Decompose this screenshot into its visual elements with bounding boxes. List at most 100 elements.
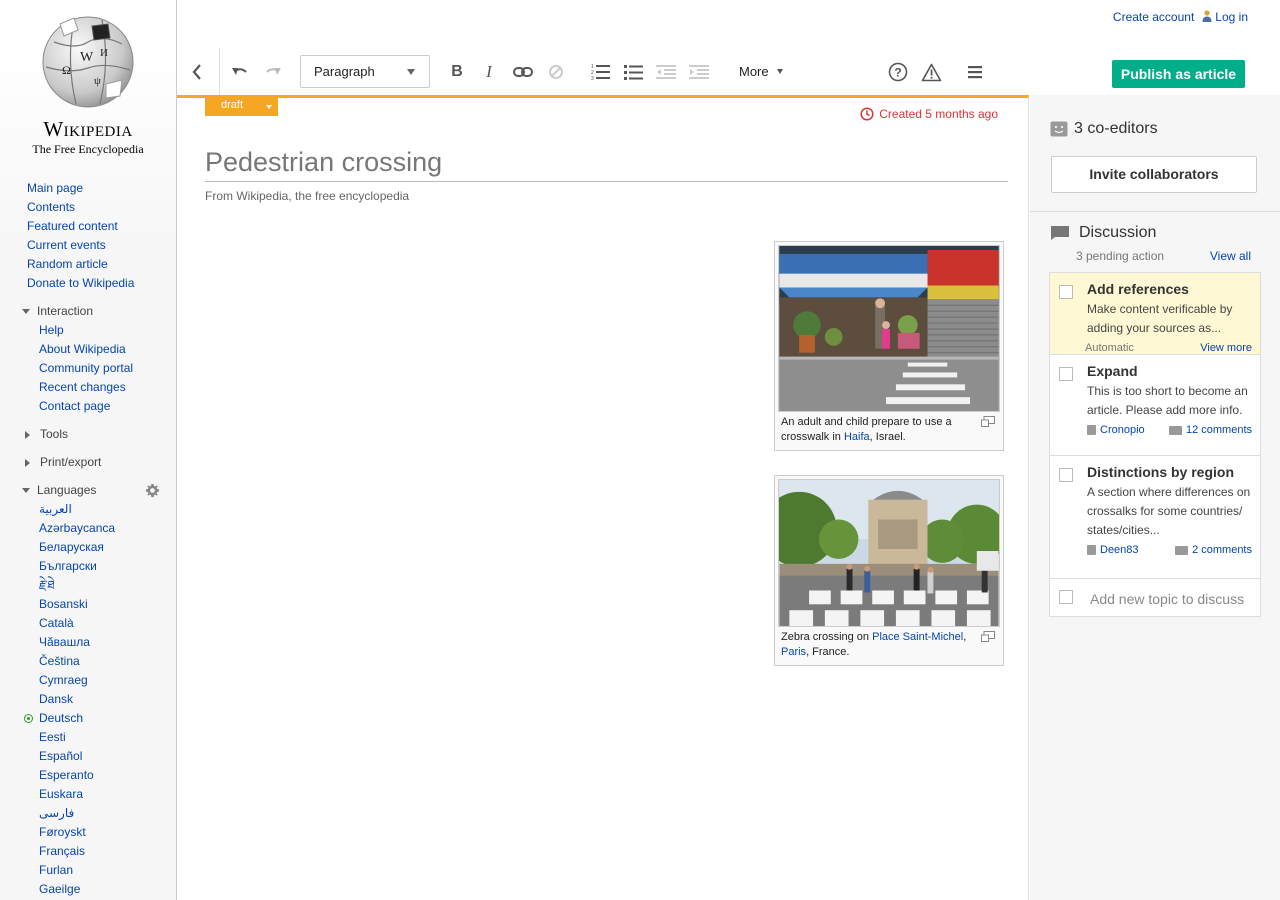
enlarge-icon[interactable] (981, 631, 995, 642)
lang-german[interactable]: Deutsch (24, 709, 167, 728)
panel-divider (1030, 211, 1280, 212)
view-more-link[interactable]: View more (1200, 342, 1252, 354)
log-in-link[interactable]: Log in (1202, 10, 1248, 24)
nav-featured-content[interactable]: Featured content (27, 217, 134, 236)
lang-bulgarian[interactable]: Български (39, 557, 167, 576)
status-badge[interactable]: draft (205, 97, 278, 116)
wikipedia-logo[interactable]: W Ω И ψ Wikipedia The Free Encyclopedia (18, 12, 158, 157)
indent-button[interactable] (688, 60, 710, 84)
topic-checkbox[interactable] (1059, 285, 1073, 299)
lang-belarusian[interactable]: Беларуская (39, 538, 167, 557)
clock-icon (860, 107, 874, 121)
nav-main-page[interactable]: Main page (27, 179, 134, 198)
more-menu-button[interactable]: More (739, 60, 783, 84)
print-export-toggle[interactable]: Print/export (22, 453, 167, 472)
view-all-link[interactable]: View all (1210, 249, 1251, 263)
topic-source: Automatic (1085, 342, 1134, 354)
coeditors-count[interactable]: 3 co-editors (1050, 120, 1158, 138)
lang-danish[interactable]: Dansk (39, 690, 167, 709)
topic-checkbox[interactable] (1059, 590, 1073, 604)
list-item[interactable]: Distinctions by region A section where d… (1050, 456, 1260, 579)
bold-icon: B (451, 63, 463, 80)
nav-donate[interactable]: Donate to Wikipedia (27, 274, 134, 293)
clear-icon (549, 65, 563, 79)
topic-comments[interactable]: 2 comments (1175, 544, 1252, 556)
svg-text:И: И (100, 47, 108, 59)
add-topic-row[interactable]: Add new topic to discuss (1050, 579, 1260, 616)
redo-icon (266, 68, 281, 75)
page-title[interactable]: Pedestrian crossing (205, 147, 1008, 182)
clear-formatting-button[interactable] (546, 60, 566, 84)
nav-contents[interactable]: Contents (27, 198, 134, 217)
nav-about[interactable]: About Wikipedia (39, 340, 167, 359)
toolbar-divider (219, 48, 220, 96)
topic-comments[interactable]: 12 comments (1168, 424, 1252, 436)
lang-friulian[interactable]: Furlan (39, 861, 167, 880)
nav-contact[interactable]: Contact page (39, 397, 167, 416)
hamburger-menu-icon (968, 66, 982, 79)
help-button[interactable]: ? (887, 60, 909, 84)
lang-irish[interactable]: Gaeilge (39, 880, 167, 899)
nav-recent-changes[interactable]: Recent changes (39, 378, 167, 397)
lang-tibetan[interactable]: རྗེ་ཐེ (39, 576, 167, 595)
topic-author[interactable]: Deen83 (1087, 544, 1139, 556)
speech-bubble-icon (1051, 226, 1069, 240)
list-item[interactable]: Expand This is too short to become an ar… (1050, 355, 1260, 456)
wikipedia-tagline: The Free Encyclopedia (32, 142, 144, 156)
enlarge-icon[interactable] (981, 416, 995, 427)
bold-button[interactable]: B (447, 60, 467, 84)
publish-button[interactable]: Publish as article (1112, 60, 1245, 88)
invite-collaborators-button[interactable]: Invite collaborators (1051, 156, 1257, 193)
italic-icon: I (486, 62, 492, 81)
nav-random-article[interactable]: Random article (27, 255, 134, 274)
gear-icon[interactable] (145, 483, 160, 498)
indent-icon (689, 65, 709, 79)
link-paris[interactable]: Paris (781, 646, 806, 658)
lang-estonian[interactable]: Eesti (39, 728, 167, 747)
lang-persian[interactable]: فارسی (39, 804, 167, 823)
nav-community-portal[interactable]: Community portal (39, 359, 167, 378)
create-account-link[interactable]: Create account (1113, 10, 1194, 24)
expanded-arrow-icon (22, 309, 30, 314)
notices-button[interactable] (920, 60, 942, 84)
lang-arabic[interactable]: العربية (39, 500, 167, 519)
help-icon: ? (888, 62, 908, 82)
image-thumbnail[interactable]: Zebra crossing on Place Saint-Michel, Pa… (774, 475, 1004, 666)
link-haifa[interactable]: Haifa (844, 431, 870, 443)
outdent-button[interactable] (655, 60, 677, 84)
lang-bosnian[interactable]: Bosanski (39, 595, 167, 614)
page-menu-button[interactable] (964, 60, 986, 84)
topic-checkbox[interactable] (1059, 367, 1073, 381)
lang-welsh[interactable]: Cymraeg (39, 671, 167, 690)
lang-esperanto[interactable]: Esperanto (39, 766, 167, 785)
lang-french[interactable]: Français (39, 842, 167, 861)
link-button[interactable] (512, 60, 534, 84)
interaction-toggle[interactable]: Interaction (22, 302, 167, 321)
lang-basque[interactable]: Euskara (39, 785, 167, 804)
paragraph-format-select[interactable]: Paragraph (300, 55, 430, 88)
back-button[interactable] (187, 60, 207, 84)
collapsed-arrow-icon (25, 458, 30, 467)
lang-azerbaijani[interactable]: Azərbaycanca (39, 519, 167, 538)
redo-button[interactable] (263, 60, 283, 84)
tools-toggle[interactable]: Tools (22, 425, 167, 444)
bullet-list-button[interactable] (623, 60, 645, 84)
lang-faroese[interactable]: Føroyskt (39, 823, 167, 842)
image-thumbnail[interactable]: An adult and child prepare to use a cros… (774, 241, 1004, 451)
numbered-list-button[interactable]: 123 (590, 60, 612, 84)
italic-button[interactable]: I (479, 60, 499, 84)
lang-spanish[interactable]: Español (39, 747, 167, 766)
lang-catalan[interactable]: Català (39, 614, 167, 633)
nav-current-events[interactable]: Current events (27, 236, 134, 255)
svg-text:W: W (80, 50, 94, 65)
lang-czech[interactable]: Čeština (39, 652, 167, 671)
link-place-saint-michel[interactable]: Place Saint-Michel (872, 631, 963, 643)
lang-chuvash[interactable]: Чӑвашла (39, 633, 167, 652)
undo-button[interactable] (230, 60, 250, 84)
list-item[interactable]: Add references Make content verificable … (1050, 273, 1260, 355)
nav-help[interactable]: Help (39, 321, 167, 340)
undo-icon (232, 68, 247, 75)
collaboration-panel: 3 co-editors Invite collaborators Discus… (1030, 95, 1280, 900)
topic-checkbox[interactable] (1059, 468, 1073, 482)
topic-author[interactable]: Cronopio (1087, 424, 1145, 436)
